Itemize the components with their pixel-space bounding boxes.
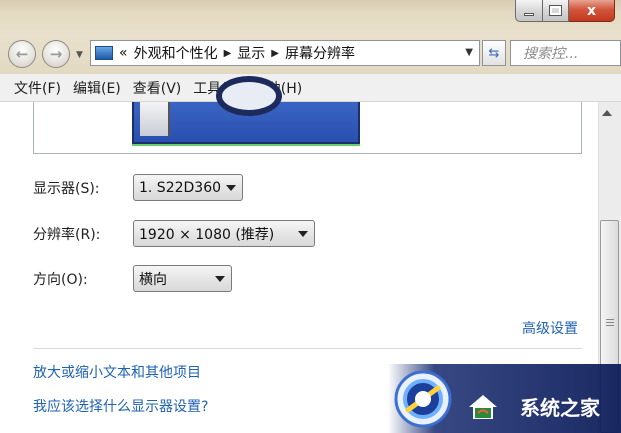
display-row: 显示器(S): 1. S22D360 <box>33 174 243 201</box>
display-label: 显示器(S): <box>33 180 100 197</box>
menu-file[interactable]: 文件(F) <box>8 78 67 98</box>
close-button[interactable]: x <box>569 0 615 22</box>
watermark-blurred-text <box>448 370 598 388</box>
refresh-icon: ⇆ <box>488 45 500 61</box>
monitor-preview-base <box>132 144 360 146</box>
search-placeholder: 搜索控... <box>523 46 579 62</box>
watermark: 系统之家 <box>388 364 621 433</box>
title-bar: x <box>0 0 621 36</box>
breadcrumb-separator-icon[interactable]: ▶ <box>224 48 232 59</box>
close-icon: x <box>586 2 597 19</box>
back-arrow-icon: ← <box>15 45 29 63</box>
monitor-number-badge <box>216 76 282 116</box>
chevron-down-icon <box>226 185 236 191</box>
display-select[interactable]: 1. S22D360 <box>133 174 243 201</box>
recent-pages-chevron-icon[interactable]: ▼ <box>76 50 83 60</box>
breadcrumb-appearance[interactable]: 外观和个性化 <box>134 43 218 63</box>
breadcrumb-screen-resolution[interactable]: 屏幕分辨率 <box>285 43 355 63</box>
orientation-select-value: 横向 <box>139 271 167 288</box>
search-input[interactable]: 搜索控... <box>510 40 621 66</box>
chevron-down-icon <box>215 276 225 282</box>
display-settings-help-link[interactable]: 我应该选择什么显示器设置? <box>33 396 208 416</box>
monitor-preview-panel <box>140 102 170 136</box>
address-bar[interactable]: « 外观和个性化 ▶ 显示 ▶ 屏幕分辨率 ▼ <box>90 40 480 66</box>
maximize-icon <box>549 5 562 16</box>
back-button[interactable]: ← <box>8 40 36 68</box>
scroll-up-arrow-icon[interactable] <box>602 110 612 116</box>
text-size-link[interactable]: 放大或缩小文本和其他项目 <box>33 362 201 382</box>
advanced-settings-link[interactable]: 高级设置 <box>522 318 578 338</box>
address-dropdown-icon[interactable]: ▼ <box>465 47 473 58</box>
maximize-button[interactable] <box>543 0 569 22</box>
scroll-grip-icon <box>606 319 614 320</box>
menu-edit[interactable]: 编辑(E) <box>67 78 127 98</box>
refresh-button[interactable]: ⇆ <box>482 40 506 66</box>
resolution-row: 分辨率(R): 1920 × 1080 (推荐) <box>33 220 315 247</box>
scroll-grip-icon <box>606 322 614 323</box>
navigation-bar: ← → ▼ « 外观和个性化 ▶ 显示 ▶ 屏幕分辨率 ▼ ⇆ 搜索控... <box>0 36 621 74</box>
display-select-value: 1. S22D360 <box>139 179 222 196</box>
section-divider <box>33 348 582 349</box>
menu-bar: 文件(F) 编辑(E) 查看(V) 工具(T) 帮助(H) <box>0 74 621 102</box>
resolution-label: 分辨率(R): <box>33 226 101 243</box>
resolution-select[interactable]: 1920 × 1080 (推荐) <box>133 220 315 247</box>
control-panel-icon <box>95 46 113 60</box>
breadcrumb-separator-icon[interactable]: ▶ <box>271 48 279 59</box>
orientation-label: 方向(O): <box>33 271 88 288</box>
scroll-grip-icon <box>606 325 614 326</box>
menu-view[interactable]: 查看(V) <box>127 78 188 98</box>
orientation-select[interactable]: 横向 <box>133 265 232 292</box>
breadcrumb-display[interactable]: 显示 <box>237 43 265 63</box>
forward-arrow-icon: → <box>49 45 63 63</box>
resolution-select-value: 1920 × 1080 (推荐) <box>139 226 275 243</box>
breadcrumb-overflow[interactable]: « <box>119 45 128 61</box>
forward-button[interactable]: → <box>42 40 70 68</box>
watermark-text: 系统之家 <box>520 396 600 420</box>
caption-buttons: x <box>515 0 615 24</box>
watermark-logo-icon <box>394 370 452 428</box>
minimize-button[interactable] <box>515 0 543 22</box>
monitor-preview[interactable] <box>132 76 360 144</box>
chevron-down-icon <box>298 231 308 237</box>
orientation-row: 方向(O): 横向 <box>33 265 232 292</box>
minimize-icon <box>524 13 534 16</box>
house-icon <box>469 395 497 419</box>
